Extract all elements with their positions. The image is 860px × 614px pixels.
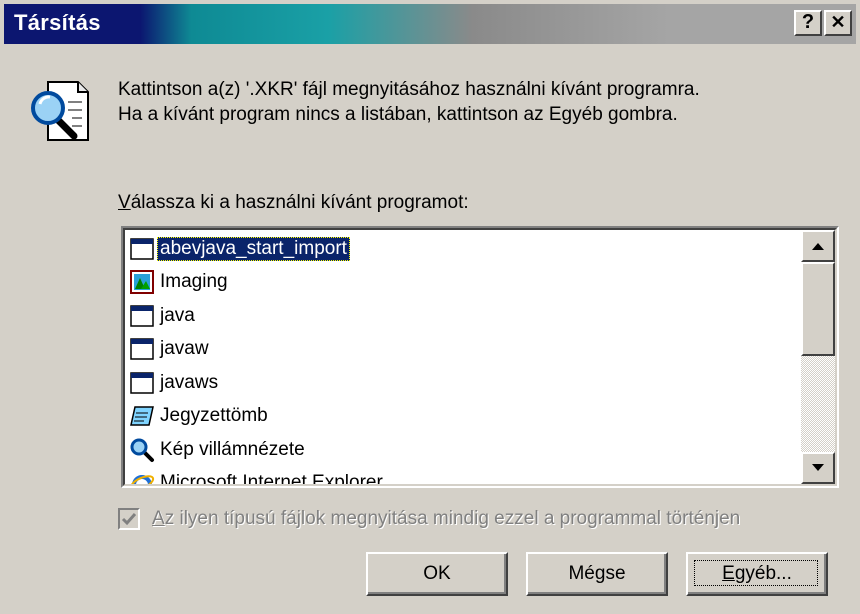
internet-explorer-icon bbox=[129, 470, 155, 484]
vertical-scrollbar[interactable] bbox=[801, 230, 835, 484]
other-label: Egyéb... bbox=[722, 563, 792, 585]
help-button[interactable]: ? bbox=[794, 10, 822, 36]
cancel-label: Mégse bbox=[568, 563, 626, 584]
list-item-label: Microsoft Internet Explorer bbox=[160, 472, 383, 486]
other-button[interactable]: Egyéb... bbox=[686, 552, 828, 596]
down-arrow-icon bbox=[812, 464, 824, 471]
instruction-line-1: Kattintson a(z) '.XKR' fájl megnyitásáho… bbox=[118, 79, 700, 100]
document-magnifier-icon bbox=[31, 81, 89, 141]
always-use-checkbox-row[interactable]: Az ilyen típusú fájlok megnyitása mindig… bbox=[118, 508, 740, 530]
other-accelerator: E bbox=[722, 563, 735, 584]
close-button[interactable]: ✕ bbox=[824, 10, 852, 36]
list-item-label: Imaging bbox=[160, 271, 228, 293]
list-item-label: java bbox=[160, 304, 195, 326]
list-item-label: Jegyzettömb bbox=[160, 405, 268, 427]
title-bar[interactable]: Társítás ? ✕ bbox=[4, 4, 856, 44]
scroll-up-button[interactable] bbox=[801, 230, 835, 262]
list-item[interactable]: Jegyzettömb bbox=[129, 400, 793, 434]
list-item-label: Kép villámnézete bbox=[160, 438, 305, 460]
list-item[interactable]: javaws bbox=[129, 366, 793, 400]
program-list-items: abevjava_start_import Imaging java javaw jav… bbox=[129, 232, 793, 486]
notepad-icon bbox=[129, 403, 155, 429]
ok-button[interactable]: OK bbox=[366, 552, 508, 596]
label-text: álassza ki a használni kívánt programot: bbox=[130, 192, 469, 213]
list-item-label: javaws bbox=[160, 371, 219, 393]
magnifier-icon bbox=[129, 437, 155, 463]
listbox-frame: abevjava_start_import Imaging java javaw jav… bbox=[123, 228, 837, 486]
other-label-text: gyéb... bbox=[734, 563, 792, 584]
list-item[interactable]: javaw bbox=[129, 333, 793, 367]
window-app-icon bbox=[129, 370, 155, 396]
close-icon: ✕ bbox=[830, 12, 846, 32]
list-item[interactable]: abevjava_start_import bbox=[129, 232, 793, 266]
list-item[interactable]: Kép villámnézete bbox=[129, 433, 793, 467]
ok-label: OK bbox=[423, 563, 451, 584]
list-item-label: javaw bbox=[160, 338, 209, 360]
scroll-down-button[interactable] bbox=[801, 452, 835, 484]
imaging-app-icon bbox=[129, 269, 155, 295]
window-app-icon bbox=[129, 303, 155, 329]
scroll-thumb[interactable] bbox=[801, 262, 835, 356]
always-use-checkbox[interactable] bbox=[118, 508, 140, 530]
instruction-line-2: Ha a kívánt program nincs a listában, ka… bbox=[118, 104, 678, 125]
list-item[interactable]: Imaging bbox=[129, 266, 793, 300]
label-accelerator: V bbox=[118, 192, 131, 213]
checkmark-icon bbox=[121, 513, 137, 526]
cancel-button[interactable]: Mégse bbox=[526, 552, 668, 596]
list-item[interactable]: java bbox=[129, 299, 793, 333]
program-list-label: Válassza ki a használni kívánt programot… bbox=[118, 192, 469, 214]
list-item[interactable]: Microsoft Internet Explorer bbox=[129, 467, 793, 486]
list-item-label: abevjava_start_import bbox=[157, 236, 350, 261]
window-app-icon bbox=[129, 236, 155, 262]
program-listbox[interactable]: abevjava_start_import Imaging java javaw jav… bbox=[121, 226, 839, 488]
help-label: ? bbox=[801, 11, 815, 33]
association-dialog: Társítás ? ✕ Kattintson a(z) '.XKR' fájl… bbox=[0, 0, 860, 614]
always-use-label: Az ilyen típusú fájlok megnyitása mindig… bbox=[152, 508, 740, 530]
up-arrow-icon bbox=[812, 243, 824, 250]
window-app-icon bbox=[129, 336, 155, 362]
dialog-title: Társítás bbox=[14, 10, 101, 35]
instruction-text: Kattintson a(z) '.XKR' fájl megnyitásáho… bbox=[118, 77, 700, 127]
checkbox-accelerator: A bbox=[152, 508, 165, 529]
checkbox-label-text: z ilyen típusú fájlok megnyitása mindig … bbox=[164, 508, 741, 529]
